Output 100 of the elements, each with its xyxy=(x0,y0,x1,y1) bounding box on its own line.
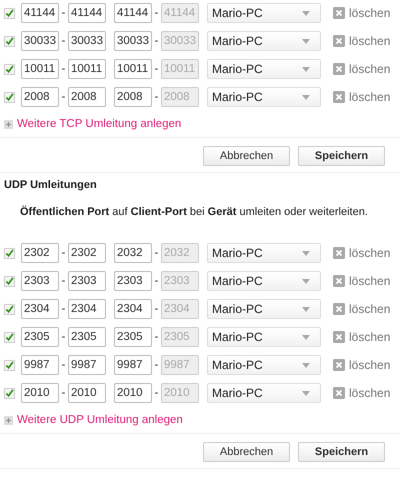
range-dash: - xyxy=(60,35,66,47)
checkbox[interactable] xyxy=(4,8,15,18)
add-forwarding-link[interactable]: Weitere UDP Umleitung anlegen xyxy=(4,413,400,427)
delete-link[interactable]: löschen xyxy=(333,302,390,316)
device-dropdown[interactable]: Mario-PC xyxy=(207,3,321,23)
save-button[interactable]: Speichern xyxy=(298,442,385,462)
close-icon xyxy=(333,331,345,343)
checkbox[interactable] xyxy=(4,36,15,46)
port-field[interactable]: 9987 xyxy=(114,355,152,375)
checkbox[interactable] xyxy=(4,304,15,314)
caret-icon xyxy=(302,362,310,368)
port-field[interactable]: 2010 xyxy=(21,383,59,403)
device-dropdown[interactable]: Mario-PC xyxy=(207,355,321,375)
add-forwarding-link[interactable]: Weitere TCP Umleitung anlegen xyxy=(4,117,400,131)
range-dash: - xyxy=(154,359,160,371)
caret-icon xyxy=(302,390,310,396)
close-icon xyxy=(333,303,345,315)
port-field[interactable]: 2302 xyxy=(21,243,59,263)
port-field[interactable]: 2305 xyxy=(68,327,106,347)
checkbox[interactable] xyxy=(4,360,15,370)
caret-icon xyxy=(302,38,310,44)
cancel-button[interactable]: Abbrechen xyxy=(203,146,290,166)
range-dash: - xyxy=(60,359,66,371)
range-dash: - xyxy=(154,7,160,19)
device-dropdown[interactable]: Mario-PC xyxy=(207,243,321,263)
port-field[interactable]: 9987 xyxy=(21,355,59,375)
checkbox[interactable] xyxy=(4,332,15,342)
port-field[interactable]: 2304 xyxy=(21,299,59,319)
plus-icon xyxy=(4,120,13,128)
checkbox[interactable] xyxy=(4,248,15,258)
port-field[interactable]: 30033 xyxy=(68,31,106,51)
delete-link[interactable]: löschen xyxy=(333,34,390,48)
delete-link[interactable]: löschen xyxy=(333,62,390,76)
delete-link[interactable]: löschen xyxy=(333,274,390,288)
close-icon xyxy=(333,63,345,75)
device-dropdown[interactable]: Mario-PC xyxy=(207,299,321,319)
port-field[interactable]: 2304 xyxy=(114,299,152,319)
range-dash: - xyxy=(60,247,66,259)
port-field[interactable]: 2302 xyxy=(68,243,106,263)
range-dash: - xyxy=(154,387,160,399)
range-dash: - xyxy=(154,35,160,47)
section-title: UDP Umleitungen xyxy=(4,179,98,193)
close-icon xyxy=(333,247,345,259)
port-field[interactable]: 2008 xyxy=(114,87,152,107)
close-icon xyxy=(333,275,345,287)
port-field[interactable]: 2032 xyxy=(114,243,152,263)
port-field[interactable]: 9987 xyxy=(68,355,106,375)
port-field[interactable]: 2304 xyxy=(68,299,106,319)
port-field[interactable]: 41144 xyxy=(114,3,152,23)
delete-link[interactable]: löschen xyxy=(333,386,390,400)
range-dash: - xyxy=(154,91,160,103)
port-field[interactable]: 10011 xyxy=(68,59,106,79)
port-field[interactable]: 41144 xyxy=(68,3,106,23)
checkbox[interactable] xyxy=(4,64,15,74)
port-field[interactable]: 2305 xyxy=(114,327,152,347)
range-dash: - xyxy=(60,91,66,103)
port-field[interactable]: 2303 xyxy=(21,271,59,291)
close-icon xyxy=(333,91,345,103)
caret-icon xyxy=(302,94,310,100)
delete-link[interactable]: löschen xyxy=(333,330,390,344)
range-dash: - xyxy=(60,331,66,343)
port-field[interactable]: 41144 xyxy=(21,3,59,23)
range-dash: - xyxy=(60,303,66,315)
range-dash: - xyxy=(60,63,66,75)
range-dash: - xyxy=(60,7,66,19)
device-dropdown[interactable]: Mario-PC xyxy=(207,59,321,79)
device-dropdown[interactable]: Mario-PC xyxy=(207,271,321,291)
delete-link[interactable]: löschen xyxy=(333,358,390,372)
close-icon xyxy=(333,387,345,399)
description-text: Öffentlichen Port auf Client-Port bei Gerät umleiten oder weiterleiten. xyxy=(20,206,369,218)
close-icon xyxy=(333,35,345,47)
port-field[interactable]: 2305 xyxy=(21,327,59,347)
port-field[interactable]: 30033 xyxy=(21,31,59,51)
delete-link[interactable]: löschen xyxy=(333,246,390,260)
port-field[interactable]: 30033 xyxy=(114,31,152,51)
port-field[interactable]: 2010 xyxy=(114,383,152,403)
caret-icon xyxy=(302,306,310,312)
port-field[interactable]: 2008 xyxy=(21,87,59,107)
range-dash: - xyxy=(154,275,160,287)
device-dropdown[interactable]: Mario-PC xyxy=(207,31,321,51)
range-dash: - xyxy=(60,275,66,287)
device-dropdown[interactable]: Mario-PC xyxy=(207,87,321,107)
checkbox[interactable] xyxy=(4,276,15,286)
port-field[interactable]: 2303 xyxy=(114,271,152,291)
checkbox[interactable] xyxy=(4,92,15,102)
delete-link[interactable]: löschen xyxy=(333,6,390,20)
caret-icon xyxy=(302,10,310,16)
save-button[interactable]: Speichern xyxy=(298,146,385,166)
port-field[interactable]: 2010 xyxy=(68,383,106,403)
device-dropdown[interactable]: Mario-PC xyxy=(207,383,321,403)
device-dropdown[interactable]: Mario-PC xyxy=(207,327,321,347)
checkbox[interactable] xyxy=(4,388,15,398)
delete-link[interactable]: löschen xyxy=(333,90,390,104)
port-field[interactable]: 10011 xyxy=(114,59,152,79)
cancel-button[interactable]: Abbrechen xyxy=(203,442,290,462)
port-field[interactable]: 2303 xyxy=(68,271,106,291)
close-icon xyxy=(333,7,345,19)
port-field[interactable]: 10011 xyxy=(21,59,59,79)
port-field[interactable]: 2008 xyxy=(68,87,106,107)
close-icon xyxy=(333,359,345,371)
